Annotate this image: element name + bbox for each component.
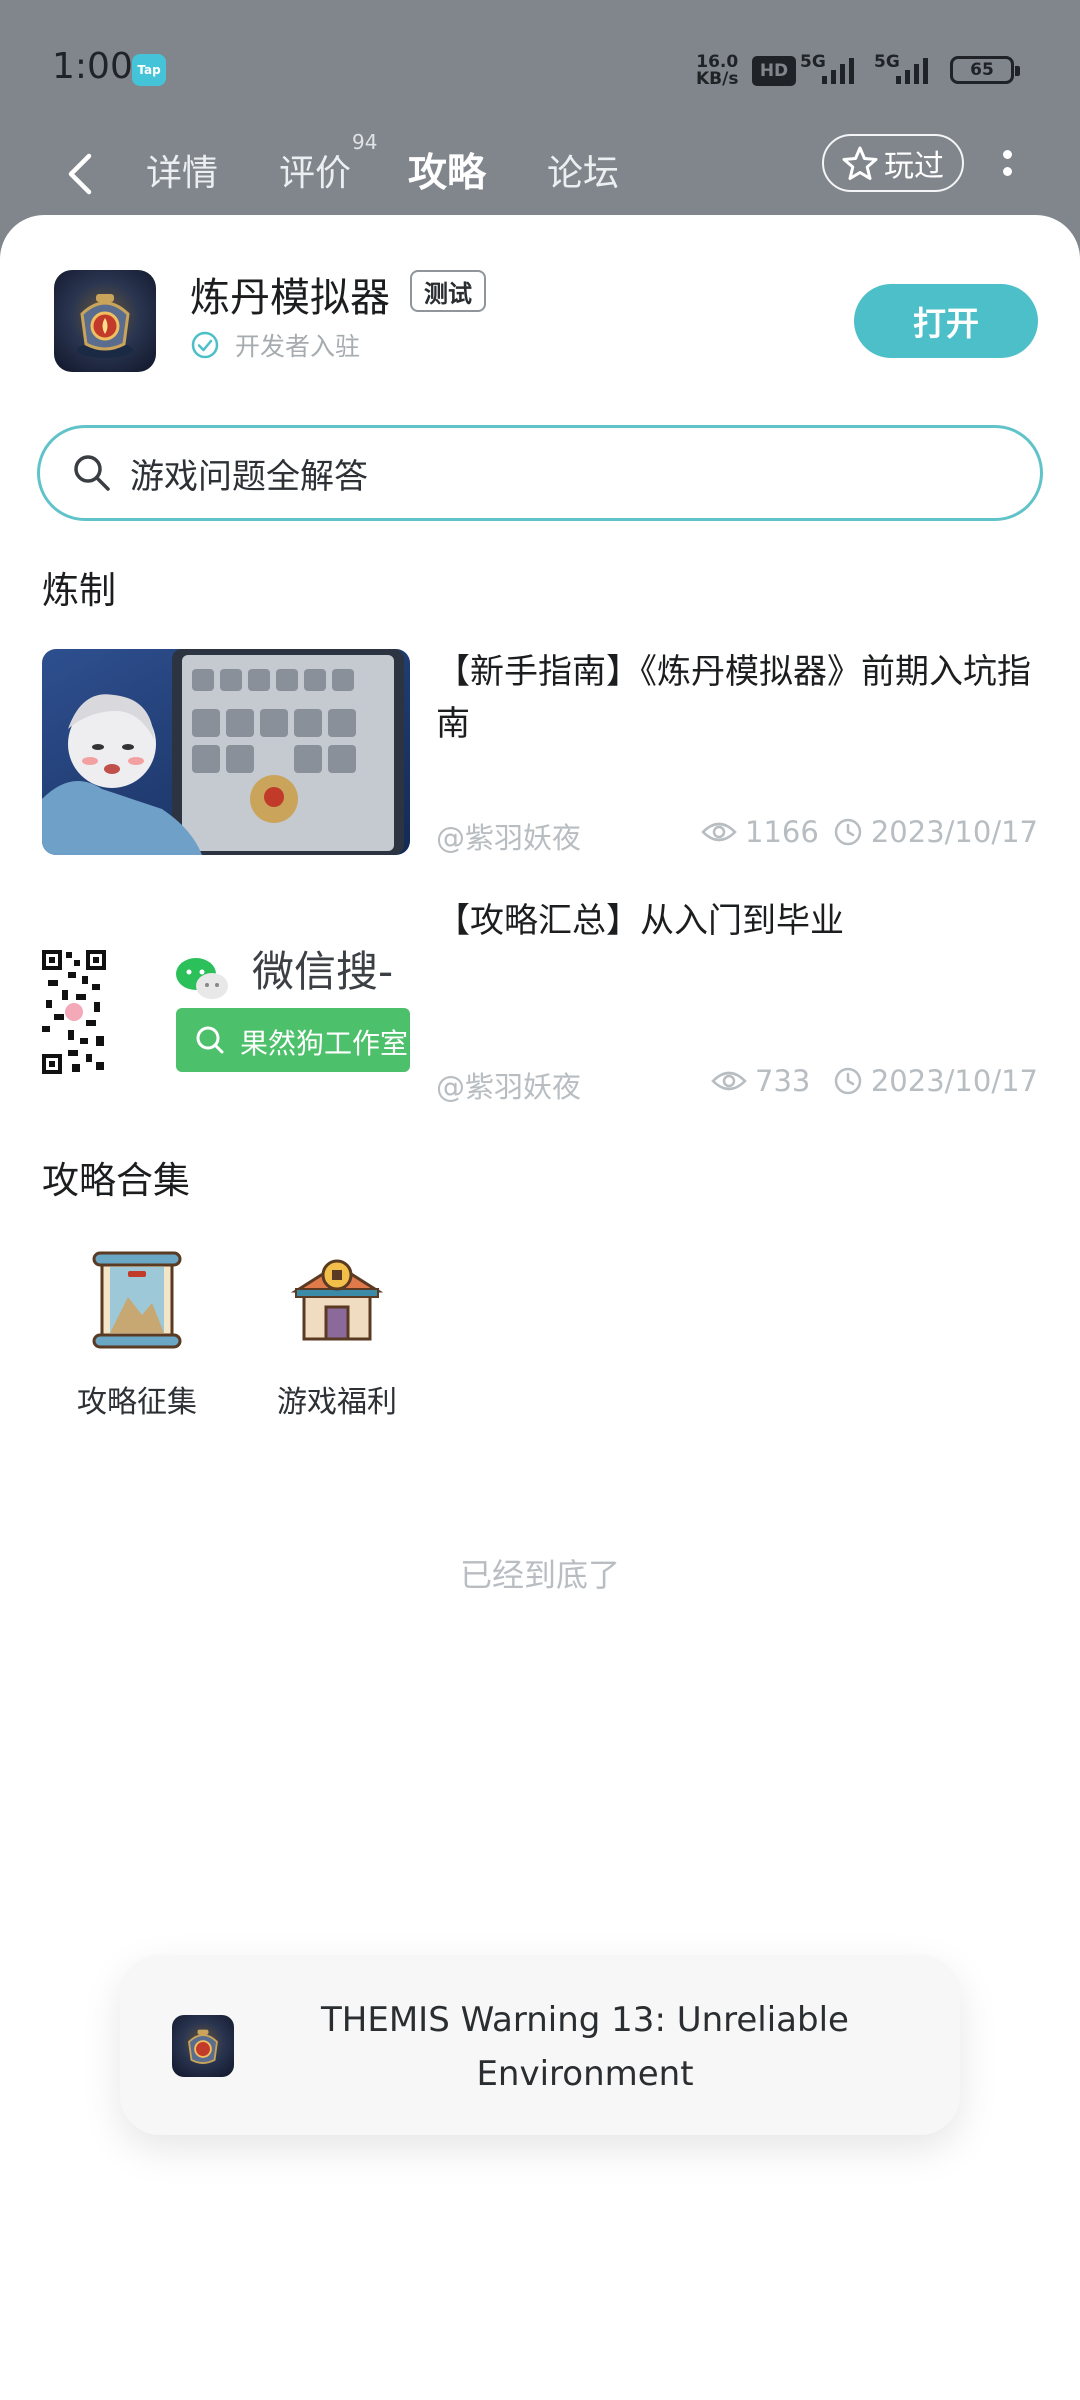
guide-thumbnail[interactable]: 微信搜- 果然狗工作室 bbox=[42, 898, 410, 1104]
scroll-icon bbox=[92, 1251, 182, 1349]
guide-views: 1166 bbox=[701, 815, 819, 849]
search-input[interactable]: 游戏问题全解答 bbox=[37, 425, 1043, 521]
hd-icon: HD bbox=[752, 56, 796, 86]
collection-label: 游戏福利 bbox=[277, 1385, 397, 1420]
more-options-button[interactable] bbox=[990, 136, 1024, 190]
search-icon bbox=[74, 455, 110, 491]
more-dot-icon bbox=[1002, 167, 1012, 176]
battery-icon: 65 bbox=[950, 56, 1020, 84]
signal-icon-sim2: 5G bbox=[874, 52, 940, 86]
guide-date-text: 2023/10/17 bbox=[870, 1064, 1038, 1098]
more-dot-icon bbox=[1002, 150, 1012, 159]
guide-meta: @紫羽妖夜 733 2023/10/17 bbox=[436, 1064, 1038, 1104]
search-placeholder: 游戏问题全解答 bbox=[130, 456, 368, 497]
eye-icon bbox=[701, 822, 737, 842]
back-button[interactable] bbox=[50, 144, 110, 204]
reviews-count-badge: 94 bbox=[352, 130, 378, 154]
app-icon[interactable] bbox=[54, 270, 156, 372]
shop-icon bbox=[290, 1259, 384, 1341]
guide-author: @紫羽妖夜 bbox=[436, 1070, 582, 1104]
beta-badge: 测试 bbox=[410, 270, 486, 312]
thumb-promo-button: 果然狗工作室 bbox=[240, 1027, 409, 1060]
furnace-icon bbox=[77, 294, 133, 358]
developer-label: 开发者入驻 bbox=[235, 332, 361, 361]
verified-check-icon bbox=[191, 331, 219, 359]
played-button[interactable]: 玩过 bbox=[822, 134, 964, 192]
tab-forum[interactable]: 论坛 bbox=[547, 144, 619, 204]
chevron-left-icon bbox=[68, 153, 92, 195]
collection-label: 攻略征集 bbox=[77, 1385, 197, 1420]
tab-details[interactable]: 详情 bbox=[146, 144, 218, 204]
toast-message: THEMIS Warning 13: Unreliable Environmen… bbox=[321, 2000, 849, 2094]
status-bar: 1:00 Tap 16.0 KB/s HD 5G 5G 65 bbox=[0, 0, 1080, 130]
open-button[interactable]: 打开 bbox=[854, 284, 1038, 358]
section-title-guides: 炼制 bbox=[42, 569, 116, 612]
guide-date-text: 2023/10/17 bbox=[870, 815, 1038, 849]
guide-cover-image bbox=[42, 649, 410, 855]
thumb-promo-text: 微信搜- bbox=[252, 947, 394, 996]
tab-reviews[interactable]: 评价 bbox=[279, 144, 351, 204]
qr-code-image bbox=[42, 898, 410, 1104]
tab-guides[interactable]: 攻略 bbox=[408, 144, 486, 204]
played-label: 玩过 bbox=[884, 149, 944, 184]
section-title-collections: 攻略合集 bbox=[42, 1159, 190, 1202]
guide-views: 733 bbox=[711, 1064, 810, 1098]
warning-toast: THEMIS Warning 13: Unreliable Environmen… bbox=[120, 1955, 960, 2135]
app-title: 炼丹模拟器 bbox=[190, 275, 390, 321]
end-of-list-text: 已经到底了 bbox=[459, 1556, 620, 1594]
guide-date: 2023/10/17 bbox=[833, 1064, 1038, 1098]
guide-thumbnail[interactable] bbox=[42, 649, 410, 855]
tap-app-icon: Tap bbox=[132, 54, 166, 86]
collection-game-benefits[interactable]: 游戏福利 bbox=[242, 1245, 432, 1421]
guide-title[interactable]: 【新手指南】《炼丹模拟器》前期入坑指南 bbox=[436, 646, 1036, 750]
star-icon bbox=[842, 146, 878, 180]
furnace-icon bbox=[188, 2029, 218, 2064]
guide-date: 2023/10/17 bbox=[833, 815, 1038, 849]
eye-icon bbox=[711, 1071, 747, 1091]
guide-author: @紫羽妖夜 bbox=[436, 821, 582, 855]
signal-icon-sim1: 5G bbox=[800, 52, 866, 86]
guide-meta: @紫羽妖夜 1166 2023/10/17 bbox=[436, 815, 1038, 855]
status-time: 1:00 bbox=[52, 46, 133, 87]
network-speed: 16.0 KB/s bbox=[696, 54, 738, 88]
network-speed-unit: KB/s bbox=[696, 69, 739, 89]
app-icon-small bbox=[172, 2015, 234, 2077]
guide-title[interactable]: 【攻略汇总】从入门到毕业 bbox=[436, 895, 1036, 947]
clock-icon bbox=[834, 1067, 862, 1095]
clock-icon bbox=[834, 818, 862, 846]
guide-views-count: 733 bbox=[755, 1064, 811, 1098]
collection-guide-submission[interactable]: 攻略征集 bbox=[42, 1245, 232, 1421]
guide-views-count: 1166 bbox=[745, 815, 819, 849]
